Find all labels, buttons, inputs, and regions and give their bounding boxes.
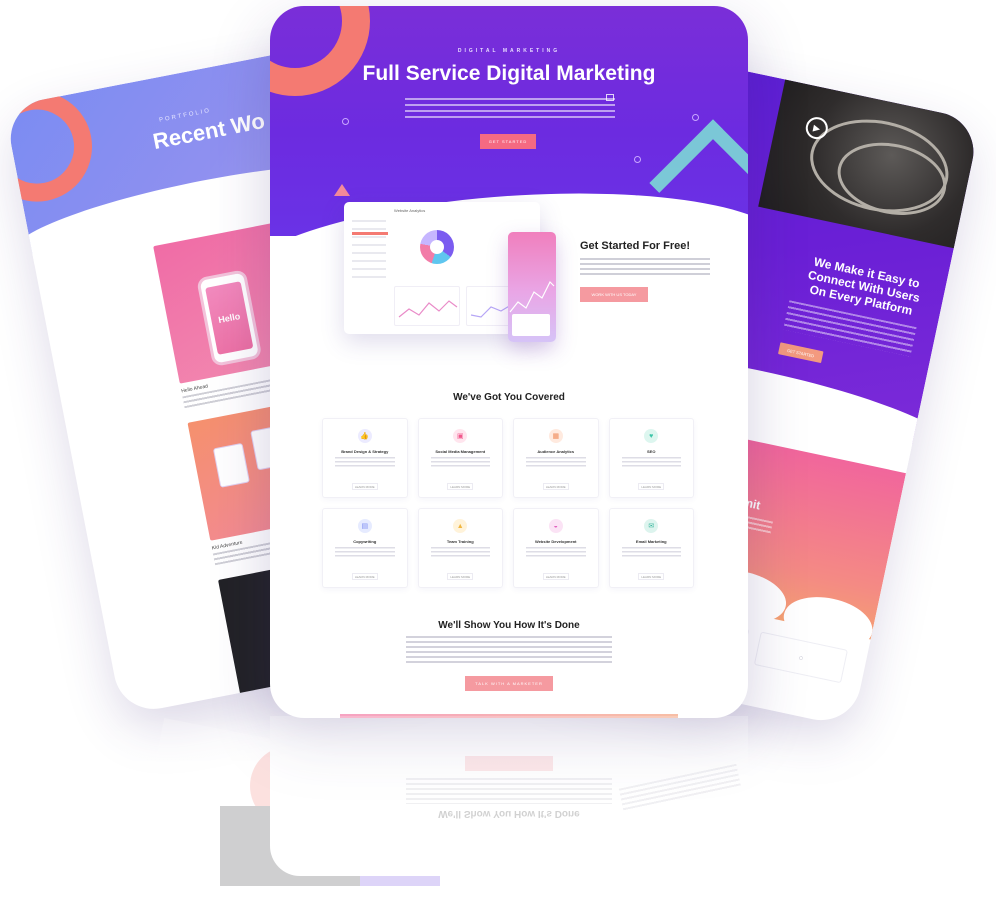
showcase-stage: PORTFOLIO Recent Wo Hello Hello Ahead Ki… bbox=[0, 0, 996, 906]
circle-icon: ○ bbox=[797, 652, 805, 663]
chart-icon: ◒ bbox=[548, 519, 563, 533]
reflection-text-lines bbox=[406, 778, 612, 804]
service-card[interactable]: ▲ Team Training LEARN MORE bbox=[417, 508, 503, 588]
service-card[interactable]: ▤ Copywriting LEARN MORE bbox=[322, 508, 408, 588]
line-chart-graphic bbox=[398, 300, 458, 318]
circle-decoration bbox=[342, 118, 349, 125]
dashboard-sidebar bbox=[352, 220, 388, 280]
get-started-button[interactable]: GET STARTED bbox=[480, 134, 536, 149]
mini-line-chart bbox=[394, 286, 460, 326]
reflection-content: We'll Show You How It's Done bbox=[0, 716, 996, 906]
get-started-text-lines bbox=[580, 258, 710, 278]
document-icon: ▤ bbox=[357, 519, 372, 533]
talk-with-marketer-button[interactable]: TALK WITH A MARKETER bbox=[465, 676, 553, 691]
triangle-decoration bbox=[334, 184, 350, 196]
service-card[interactable]: ▣ Social Media Management LEARN MORE bbox=[417, 418, 503, 498]
learn-more-button[interactable]: LEARN MORE bbox=[447, 573, 474, 580]
how-its-done-text-lines bbox=[406, 636, 612, 666]
service-label: Copywriting bbox=[353, 539, 377, 544]
service-label: Website Development bbox=[535, 539, 577, 544]
dashboard-title: Website Analytics bbox=[394, 208, 426, 213]
marketing-page-preview[interactable]: DIGITAL MARKETING Full Service Digital M… bbox=[270, 6, 748, 718]
circle-decoration bbox=[692, 114, 699, 121]
dashboard-active-item bbox=[352, 232, 388, 235]
service-card[interactable]: 👍 Brand Design & Strategy LEARN MORE bbox=[322, 418, 408, 498]
reflection-button bbox=[465, 756, 553, 771]
service-card[interactable]: ▦ Audience Analytics LEARN MORE bbox=[513, 418, 599, 498]
thumb-icon: 👍 bbox=[357, 429, 372, 443]
service-description-lines bbox=[621, 547, 681, 559]
heart-icon: ♥ bbox=[644, 429, 659, 443]
learn-more-button[interactable]: LEARN MORE bbox=[447, 483, 474, 490]
hero-eyebrow: DIGITAL MARKETING bbox=[457, 48, 561, 54]
phone-mockup bbox=[508, 232, 556, 342]
services-grid: 👍 Brand Design & Strategy LEARN MORE ▣ Socia… bbox=[322, 418, 694, 588]
calendar-icon: ▦ bbox=[548, 429, 563, 443]
service-label: SEO bbox=[647, 449, 656, 454]
service-label: Team Training bbox=[446, 539, 474, 544]
briefcase-icon: ▣ bbox=[453, 429, 468, 443]
donut-chart-icon bbox=[420, 230, 454, 264]
service-description-lines bbox=[526, 547, 586, 559]
learn-more-button[interactable]: LEARN MORE bbox=[542, 573, 569, 580]
phone-card bbox=[512, 314, 550, 336]
learn-more-button[interactable]: LEARN MORE bbox=[638, 483, 665, 490]
reflection-title: We'll Show You How It's Done bbox=[438, 808, 580, 819]
service-card[interactable]: ✉ Email Marketing LEARN MORE bbox=[608, 508, 694, 588]
service-description-lines bbox=[430, 547, 490, 559]
service-card[interactable]: ◒ Website Development LEARN MORE bbox=[513, 508, 599, 588]
mail-icon: ✉ bbox=[644, 519, 659, 533]
mirror-reflection: We'll Show You How It's Done bbox=[0, 716, 996, 906]
hero-title: Full Service Digital Marketing bbox=[362, 62, 656, 85]
work-with-us-button[interactable]: WORK WITH US TODAY bbox=[580, 287, 648, 302]
service-description-lines bbox=[335, 457, 395, 469]
service-label: Email Marketing bbox=[635, 539, 667, 544]
service-card[interactable]: ♥ SEO LEARN MORE bbox=[608, 418, 694, 498]
service-description-lines bbox=[621, 457, 681, 469]
service-label: Social Media Management bbox=[435, 449, 486, 454]
service-description-lines bbox=[335, 547, 395, 559]
service-label: Brand Design & Strategy bbox=[341, 449, 389, 454]
how-its-done-title: We'll Show You How It's Done bbox=[438, 620, 580, 631]
phone-mockup: Hello bbox=[196, 269, 263, 367]
hero-subtitle-lines bbox=[405, 98, 615, 120]
learn-more-button[interactable]: LEARN MORE bbox=[638, 573, 665, 580]
flask-icon: ▲ bbox=[453, 519, 468, 533]
service-label: Audience Analytics bbox=[537, 449, 575, 454]
service-description-lines bbox=[526, 457, 586, 469]
circle-decoration bbox=[634, 156, 641, 163]
phone-screen-text: Hello bbox=[205, 281, 254, 355]
app-screen-mockup bbox=[212, 442, 250, 488]
learn-more-button[interactable]: LEARN MORE bbox=[351, 483, 378, 490]
learn-more-button[interactable]: LEARN MORE bbox=[351, 573, 378, 580]
learn-more-button[interactable]: LEARN MORE bbox=[542, 483, 569, 490]
covered-section-title: We've Got You Covered bbox=[453, 392, 565, 403]
get-started-free-title: Get Started For Free! bbox=[580, 240, 691, 252]
service-description-lines bbox=[430, 457, 490, 469]
